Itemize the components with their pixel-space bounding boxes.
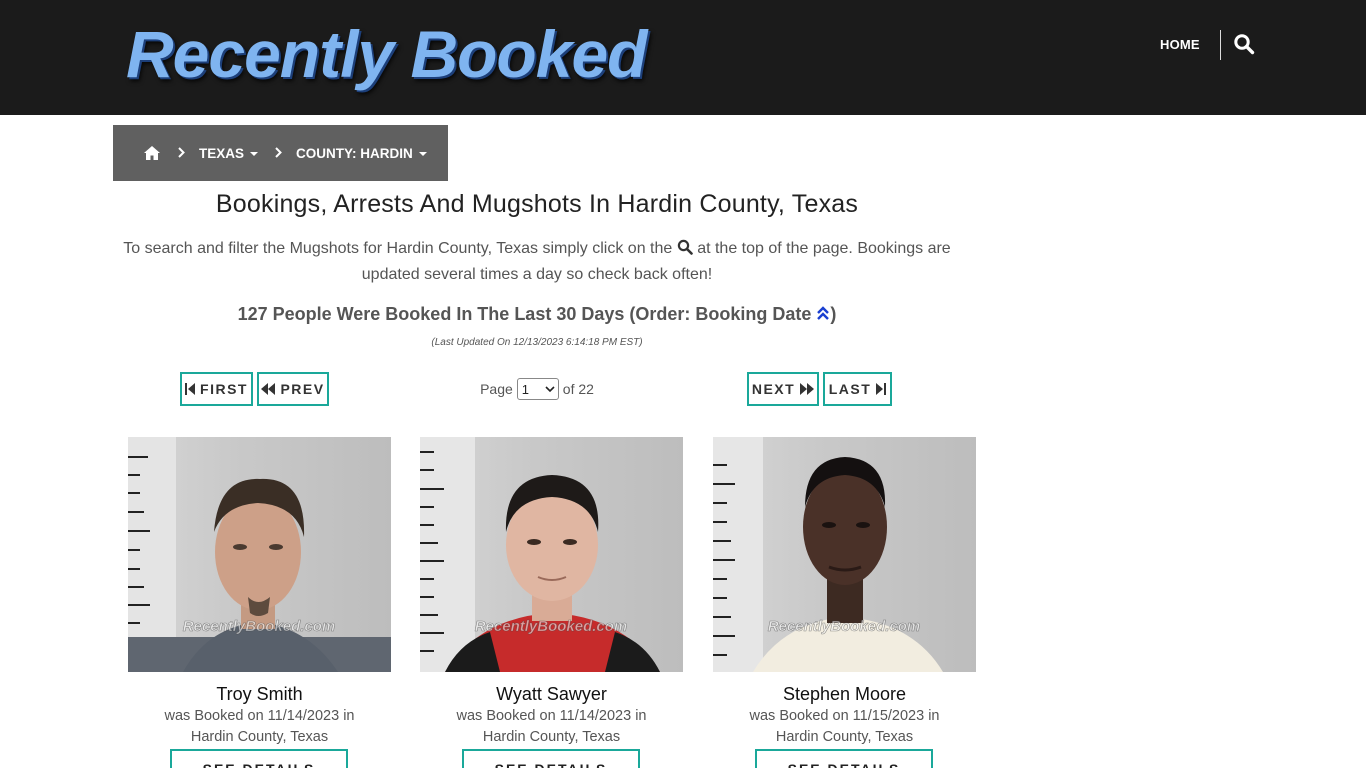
booking-location-text: Hardin County, Texas	[482, 729, 621, 745]
see-details-button[interactable]: SEE DETAILS	[462, 749, 640, 768]
watermark-text: RecentlyBooked.com	[475, 618, 628, 635]
mugshot-image[interactable]: RecentlyBooked.com	[420, 437, 683, 672]
breadcrumb-state-dropdown[interactable]: TEXAS	[199, 145, 259, 161]
chevron-right-icon	[275, 146, 282, 160]
next-page-label: NEXT	[751, 381, 796, 397]
nav-divider	[1220, 30, 1221, 60]
last-updated-text: (Last Updated On 12/13/2023 6:14:18 PM E…	[431, 337, 643, 348]
intro-text: To search and filter the Mugshots for Ha…	[113, 236, 961, 288]
breadcrumb-county-label: COUNTY: HARDIN	[296, 145, 413, 161]
site-header: Recently Booked HOME	[0, 0, 1366, 115]
forward-icon	[800, 383, 815, 395]
page-title: Bookings, Arrests And Mugshots In Hardin…	[215, 190, 859, 218]
site-logo[interactable]: Recently Booked	[126, 14, 647, 94]
watermark-text: RecentlyBooked.com	[183, 618, 336, 635]
see-details-button[interactable]: SEE DETAILS	[755, 749, 933, 768]
backward-icon	[261, 383, 276, 395]
breadcrumb-state-label: TEXAS	[199, 145, 245, 161]
next-page-button[interactable]: NEXT	[747, 372, 819, 406]
prev-page-button[interactable]: PREV	[257, 372, 329, 406]
step-forward-icon	[876, 383, 887, 395]
search-icon	[677, 238, 693, 255]
page-selector: Page 1 of 22	[470, 376, 604, 402]
booking-count-close: )	[830, 304, 837, 324]
chevron-right-icon	[178, 146, 185, 160]
first-page-label: FIRST	[200, 381, 248, 397]
mugshot-image[interactable]: RecentlyBooked.com	[713, 437, 976, 672]
caret-down-icon	[418, 151, 427, 156]
home-icon[interactable]	[143, 145, 161, 161]
booking-card: RecentlyBooked.com Wyatt Sawyer was Book…	[420, 437, 683, 768]
last-page-label: LAST	[828, 381, 872, 397]
caret-down-icon	[250, 151, 259, 156]
booking-date-text: was Booked on 11/14/2023 in	[164, 708, 355, 724]
logo-text: Recently Booked	[126, 17, 647, 91]
first-page-button[interactable]: FIRST	[180, 372, 253, 406]
breadcrumb-county-dropdown[interactable]: COUNTY: HARDIN	[296, 146, 427, 161]
mugshot-image[interactable]: RecentlyBooked.com	[128, 437, 391, 672]
page-total-label: of 22	[562, 381, 594, 397]
last-page-button[interactable]: LAST	[823, 372, 892, 406]
see-details-button[interactable]: SEE DETAILS	[170, 749, 348, 768]
intro-text-part1: To search and filter the Mugshots for Ha…	[123, 240, 673, 257]
prev-page-label: PREV	[280, 381, 325, 397]
nav-home-link[interactable]: HOME	[1160, 34, 1200, 56]
person-name[interactable]: Wyatt Sawyer	[420, 684, 683, 705]
watermark-text: RecentlyBooked.com	[768, 618, 921, 635]
booking-location-text: Hardin County, Texas	[190, 729, 329, 745]
breadcrumb: TEXAS COUNTY: HARDIN	[113, 125, 448, 181]
booking-count-heading: 127 People Were Booked In The Last 30 Da…	[113, 304, 961, 325]
booking-date-text: was Booked on 11/14/2023 in	[456, 708, 647, 724]
booking-card: RecentlyBooked.com Stephen Moore was Boo…	[713, 437, 976, 768]
step-backward-icon	[185, 383, 196, 395]
search-icon[interactable]	[1233, 33, 1257, 57]
booking-date-text: was Booked on 11/15/2023 in	[749, 708, 940, 724]
booking-card: RecentlyBooked.com Troy Smith was Booked…	[128, 437, 391, 768]
booking-location-text: Hardin County, Texas	[775, 729, 914, 745]
page-select-dropdown[interactable]: 1	[516, 378, 559, 400]
page-label: Page	[480, 381, 513, 397]
page-select-value: 1	[521, 381, 530, 397]
sort-order-icon[interactable]	[816, 305, 830, 322]
person-name[interactable]: Stephen Moore	[713, 684, 976, 705]
person-name[interactable]: Troy Smith	[128, 684, 391, 705]
booking-count-text: 127 People Were Booked In The Last 30 Da…	[237, 304, 812, 324]
chevron-down-icon	[545, 386, 555, 393]
